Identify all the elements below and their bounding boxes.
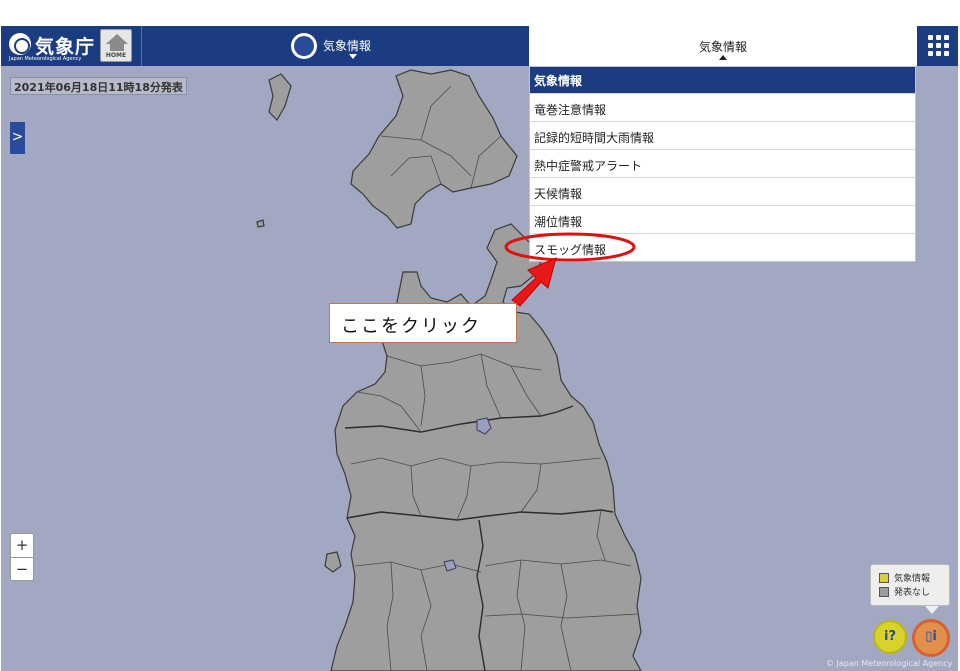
legend-label: 発表なし [894, 588, 931, 598]
grid-menu-icon-dot [936, 43, 941, 48]
home-icon-body [110, 43, 124, 51]
dropdown-header[interactable]: 気象情報 [530, 67, 915, 93]
click-here-callout: ここをクリック [329, 303, 517, 343]
menu-item-smog-info[interactable]: スモッグ情報 [530, 233, 915, 261]
grid-menu-icon-dot [944, 35, 949, 40]
nav-weather-info-label: 気象情報 [323, 39, 372, 53]
legend-pointer [925, 606, 939, 614]
jma-logo[interactable]: 気象庁 Japan Meteorological Agency [7, 31, 97, 63]
book-info-button[interactable]: ▯i [912, 619, 950, 657]
legend-swatch-none [879, 587, 889, 597]
grid-menu-icon-dot [928, 51, 933, 56]
zoom-out-button[interactable]: − [11, 558, 33, 581]
app-frame: 気象庁 Japan Meteorological Agency HOME 気象情… [0, 0, 960, 671]
map-legend: 気象情報 発表なし [870, 564, 950, 606]
zoom-in-button[interactable]: + [11, 534, 33, 557]
logo-text: 気象庁 [35, 36, 96, 58]
grid-menu-button[interactable] [918, 26, 958, 66]
jma-logo-icon [9, 33, 31, 55]
weather-info-dropdown: 気象情報 竜巻注意情報 記録的短時間大雨情報 熱中症警戒アラート 天候情報 潮位… [529, 66, 916, 262]
grid-menu-icon-dot [936, 51, 941, 56]
menu-item-tornado-warning[interactable]: 竜巻注意情報 [530, 93, 915, 121]
nav-weather-info-tab-active[interactable]: 気象情報 [529, 26, 917, 66]
chevron-up-icon [719, 55, 727, 60]
legend-row-weather-info: 気象情報 [879, 571, 949, 585]
copyright-text: © Japan Meteorological Agency [826, 659, 953, 668]
zoom-control: + − [10, 533, 34, 581]
sidebar-toggle-button[interactable]: > [10, 122, 25, 154]
home-label: HOME [105, 52, 127, 59]
weather-info-icon [291, 33, 317, 59]
grid-menu-icon-dot [944, 43, 949, 48]
book-info-icon: ▯i [925, 629, 937, 644]
grid-menu-icon-dot [944, 51, 949, 56]
logo-subtext: Japan Meteorological Agency [9, 56, 82, 62]
header-divider [141, 26, 142, 66]
chevron-down-icon [349, 54, 357, 59]
nav-tab-label: 気象情報 [698, 40, 747, 54]
person-info-button[interactable]: i? [873, 620, 907, 654]
menu-item-record-heavy-rain[interactable]: 記録的短時間大雨情報 [530, 121, 915, 149]
top-header: 気象庁 Japan Meteorological Agency HOME 気象情… [1, 26, 958, 66]
legend-swatch-weather-info [879, 573, 889, 583]
legend-row-none: 発表なし [879, 585, 949, 599]
legend-label: 気象情報 [894, 574, 931, 584]
grid-menu-icon-dot [928, 43, 933, 48]
issued-timestamp: 2021年06月18日11時18分発表 [10, 77, 187, 95]
menu-item-tide-info[interactable]: 潮位情報 [530, 205, 915, 233]
grid-menu-icon [928, 35, 933, 40]
grid-menu-icon-dot [936, 35, 941, 40]
person-info-icon: i? [884, 629, 896, 644]
menu-item-weather-info[interactable]: 天候情報 [530, 177, 915, 205]
menu-item-heatstroke-alert[interactable]: 熱中症警戒アラート [530, 149, 915, 177]
home-button[interactable]: HOME [100, 29, 132, 62]
